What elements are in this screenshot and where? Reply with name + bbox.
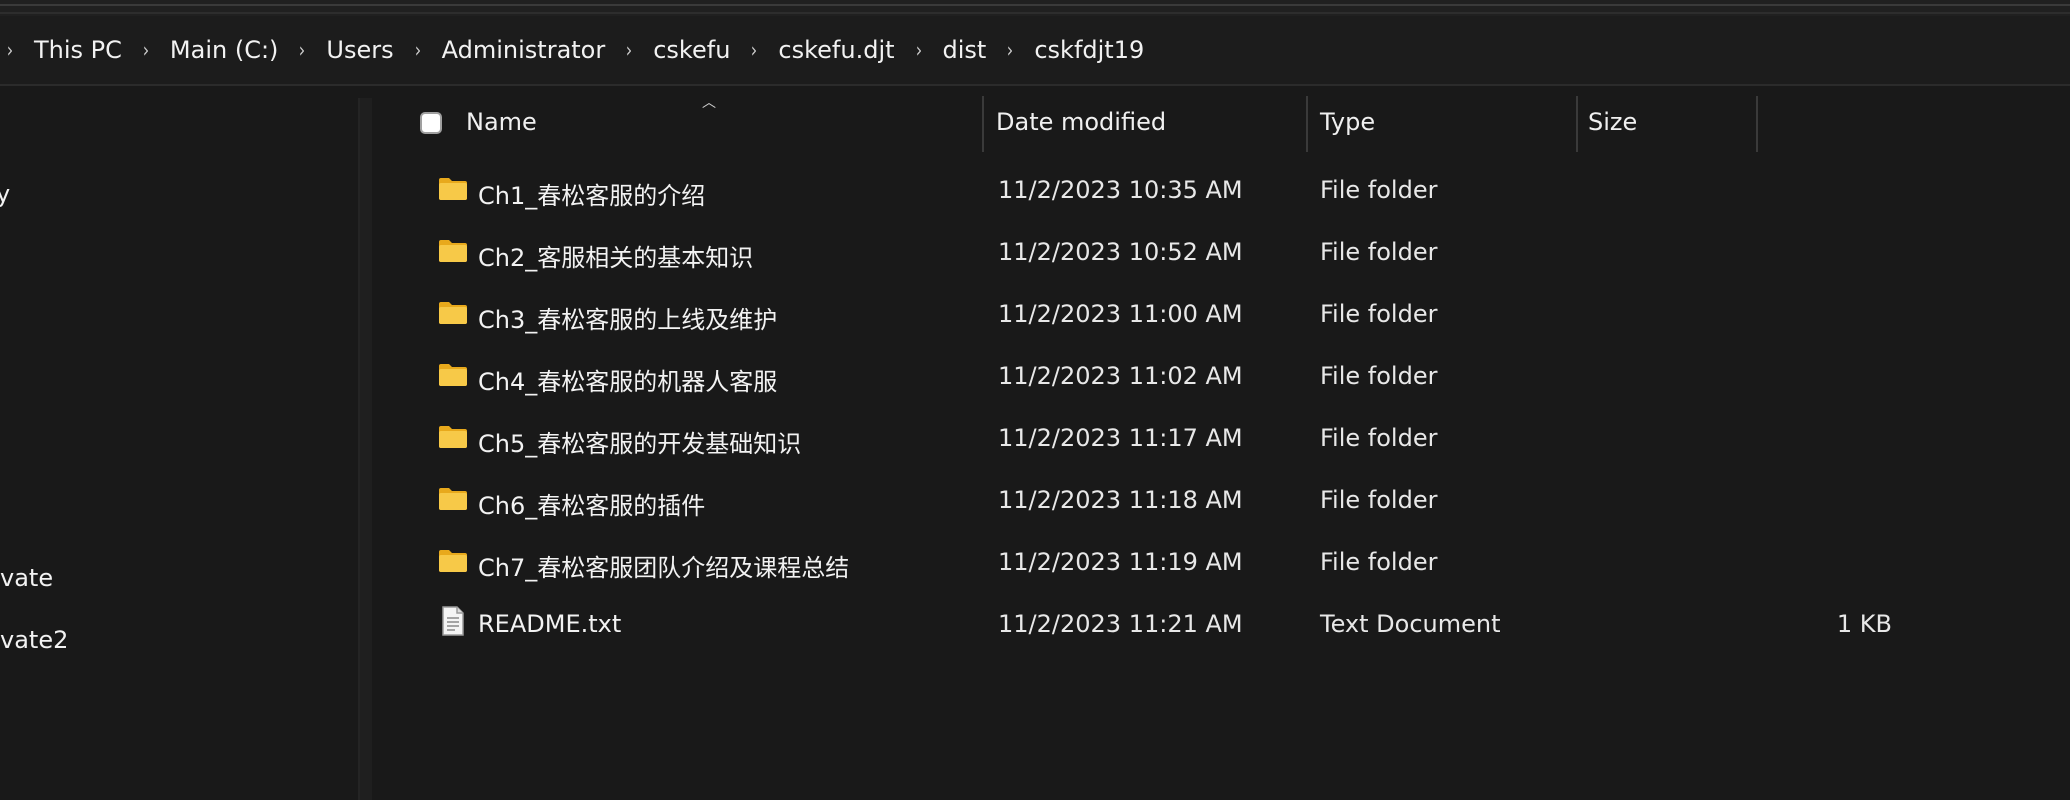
chevron-right-icon[interactable]: › <box>746 38 762 62</box>
breadcrumb-main-c[interactable]: Main (C:) <box>170 36 279 64</box>
folder-icon <box>438 424 468 450</box>
file-type: File folder <box>1320 424 1438 452</box>
breadcrumb-administrator[interactable]: Administrator <box>442 36 606 64</box>
file-name: Ch7_春松客服团队介绍及课程总结 <box>478 554 850 582</box>
column-header-size[interactable]: Size <box>1588 108 1637 136</box>
sort-ascending-icon: ︿ <box>702 95 716 111</box>
column-header-date-modified[interactable]: Date modified <box>996 108 1166 136</box>
file-name: Ch5_春松客服的开发基础知识 <box>478 430 802 458</box>
nav-item[interactable]: vate <box>0 564 53 592</box>
file-date-modified: 11/2/2023 10:52 AM <box>998 238 1243 266</box>
chevron-right-icon[interactable]: › <box>1002 38 1018 62</box>
breadcrumb-cskefu[interactable]: cskefu <box>653 36 730 64</box>
column-header-row: ︿ Name Date modified Type Size <box>372 86 2070 162</box>
file-name: Ch1_春松客服的介绍 <box>478 182 706 210</box>
file-name: Ch6_春松客服的插件 <box>478 492 706 520</box>
breadcrumb-this-pc[interactable]: This PC <box>34 36 122 64</box>
folder-icon <box>438 238 468 264</box>
file-type: File folder <box>1320 238 1438 266</box>
breadcrumb-dist[interactable]: dist <box>943 36 987 64</box>
select-all-checkbox[interactable] <box>420 112 442 134</box>
chevron-right-icon[interactable]: › <box>2 38 18 62</box>
file-type: File folder <box>1320 548 1438 576</box>
file-row[interactable]: Ch4_春松客服的机器人客服 11/2/2023 11:02 AM File fol… <box>372 348 2070 410</box>
file-list: ︿ Name Date modified Type Size Ch1_春松客服的… <box>372 86 2070 800</box>
folder-icon <box>438 300 468 326</box>
file-type: Text Document <box>1320 610 1501 638</box>
text-file-icon <box>438 606 468 636</box>
file-name: Ch2_客服相关的基本知识 <box>478 244 754 272</box>
file-row[interactable]: Ch7_春松客服团队介绍及课程总结 11/2/2023 11:19 AM File … <box>372 534 2070 596</box>
file-name: Ch3_春松客服的上线及维护 <box>478 306 778 334</box>
file-type: File folder <box>1320 486 1438 514</box>
breadcrumb: › This PC › Main (C:) › Users › Administ… <box>0 16 1148 84</box>
file-row[interactable]: Ch6_春松客服的插件 11/2/2023 11:18 AM File folder <box>372 472 2070 534</box>
file-row[interactable]: Ch2_客服相关的基本知识 11/2/2023 10:52 AM File fold… <box>372 224 2070 286</box>
column-divider[interactable] <box>1306 96 1308 152</box>
chevron-right-icon[interactable]: › <box>138 38 154 62</box>
file-date-modified: 11/2/2023 11:17 AM <box>998 424 1243 452</box>
chevron-right-icon[interactable]: › <box>410 38 426 62</box>
column-header-type[interactable]: Type <box>1320 108 1375 136</box>
chevron-right-icon[interactable]: › <box>294 38 310 62</box>
file-explorer-window: › This PC › Main (C:) › Users › Administ… <box>0 0 2070 800</box>
folder-icon <box>438 486 468 512</box>
file-date-modified: 11/2/2023 11:00 AM <box>998 300 1243 328</box>
file-date-modified: 11/2/2023 10:35 AM <box>998 176 1243 204</box>
column-divider[interactable] <box>1756 96 1758 152</box>
file-size: 1 KB <box>1836 610 1892 638</box>
file-name: README.txt <box>478 610 622 638</box>
file-date-modified: 11/2/2023 11:21 AM <box>998 610 1243 638</box>
file-type: File folder <box>1320 300 1438 328</box>
window-top-strip <box>0 0 2070 16</box>
file-row[interactable]: Ch1_春松客服的介绍 11/2/2023 10:35 AM File folder <box>372 162 2070 224</box>
file-name: Ch4_春松客服的机器人客服 <box>478 368 778 396</box>
file-date-modified: 11/2/2023 11:02 AM <box>998 362 1243 390</box>
chevron-right-icon[interactable]: › <box>911 38 927 62</box>
divider <box>0 4 2070 6</box>
navigation-pane: y vate vate2 <box>0 86 360 800</box>
file-type: File folder <box>1320 176 1438 204</box>
file-date-modified: 11/2/2023 11:18 AM <box>998 486 1243 514</box>
file-date-modified: 11/2/2023 11:19 AM <box>998 548 1243 576</box>
breadcrumb-users[interactable]: Users <box>326 36 393 64</box>
nav-pane-scrollbar[interactable] <box>358 98 372 800</box>
folder-icon <box>438 176 468 202</box>
address-bar[interactable]: › This PC › Main (C:) › Users › Administ… <box>0 16 2070 86</box>
chevron-right-icon[interactable]: › <box>621 38 637 62</box>
file-type: File folder <box>1320 362 1438 390</box>
file-row[interactable]: Ch3_春松客服的上线及维护 11/2/2023 11:00 AM File fol… <box>372 286 2070 348</box>
column-divider[interactable] <box>1576 96 1578 152</box>
folder-icon <box>438 548 468 574</box>
nav-item[interactable]: y <box>0 180 10 208</box>
column-header-name[interactable]: Name <box>466 108 537 136</box>
breadcrumb-cskfdjt19[interactable]: cskfdjt19 <box>1034 36 1144 64</box>
divider <box>0 12 2070 14</box>
breadcrumb-cskefu-djt[interactable]: cskefu.djt <box>778 36 894 64</box>
column-divider[interactable] <box>982 96 984 152</box>
file-row[interactable]: Ch5_春松客服的开发基础知识 11/2/2023 11:17 AM File fo… <box>372 410 2070 472</box>
file-row[interactable]: README.txt 11/2/2023 11:21 AM Text Documen… <box>372 596 2070 658</box>
folder-icon <box>438 362 468 388</box>
nav-item[interactable]: vate2 <box>0 626 68 654</box>
